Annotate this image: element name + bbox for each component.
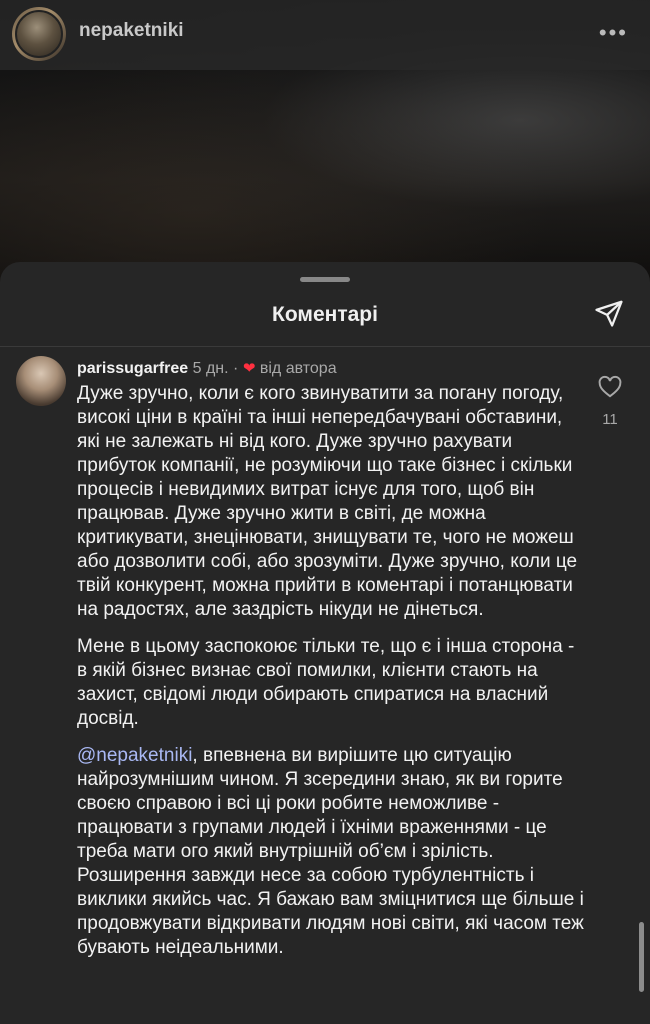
more-icon[interactable]: ••• <box>599 20 628 46</box>
comment-paragraph: @nepaketniki, впевнена ви вирішите цю си… <box>77 744 587 960</box>
comment-username[interactable]: parissugarfree <box>77 360 188 377</box>
comment-body: Дуже зручно, коли є кого звинуватити за … <box>77 382 587 973</box>
like-count: 11 <box>602 411 618 428</box>
meta-separator: · <box>233 360 239 377</box>
comment-paragraph: Мене в цьому заспокоює тільки те, що є і… <box>77 636 575 729</box>
sheet-drag-handle[interactable] <box>300 277 350 282</box>
like-column: 11 <box>592 374 628 428</box>
header-divider <box>0 346 650 347</box>
author-badge: від автора <box>259 360 337 377</box>
comment-paragraph: Дуже зручно, коли є кого звинуватити за … <box>77 383 578 620</box>
heart-icon: ❤ <box>242 360 256 377</box>
comment-avatar[interactable] <box>16 356 66 406</box>
share-send-icon[interactable] <box>594 298 624 328</box>
story-avatar[interactable] <box>12 7 66 61</box>
comments-sheet: Коментарі parissugarfree 5 дн. · ❤ від а… <box>0 262 650 1024</box>
comment-meta: parissugarfree 5 дн. · ❤ від автора <box>77 359 337 378</box>
like-heart-icon[interactable] <box>597 374 623 400</box>
mention-link[interactable]: @nepaketniki <box>77 745 192 766</box>
scrollbar[interactable] <box>639 922 644 992</box>
sheet-title: Коментарі <box>272 303 378 326</box>
story-username[interactable]: nepaketniki <box>79 20 184 42</box>
comment-time: 5 дн. <box>192 360 229 377</box>
comment-paragraph-text: , впевнена ви вирішите цю ситуацію найро… <box>77 745 584 958</box>
story-header: nepaketniki ••• <box>0 0 650 70</box>
